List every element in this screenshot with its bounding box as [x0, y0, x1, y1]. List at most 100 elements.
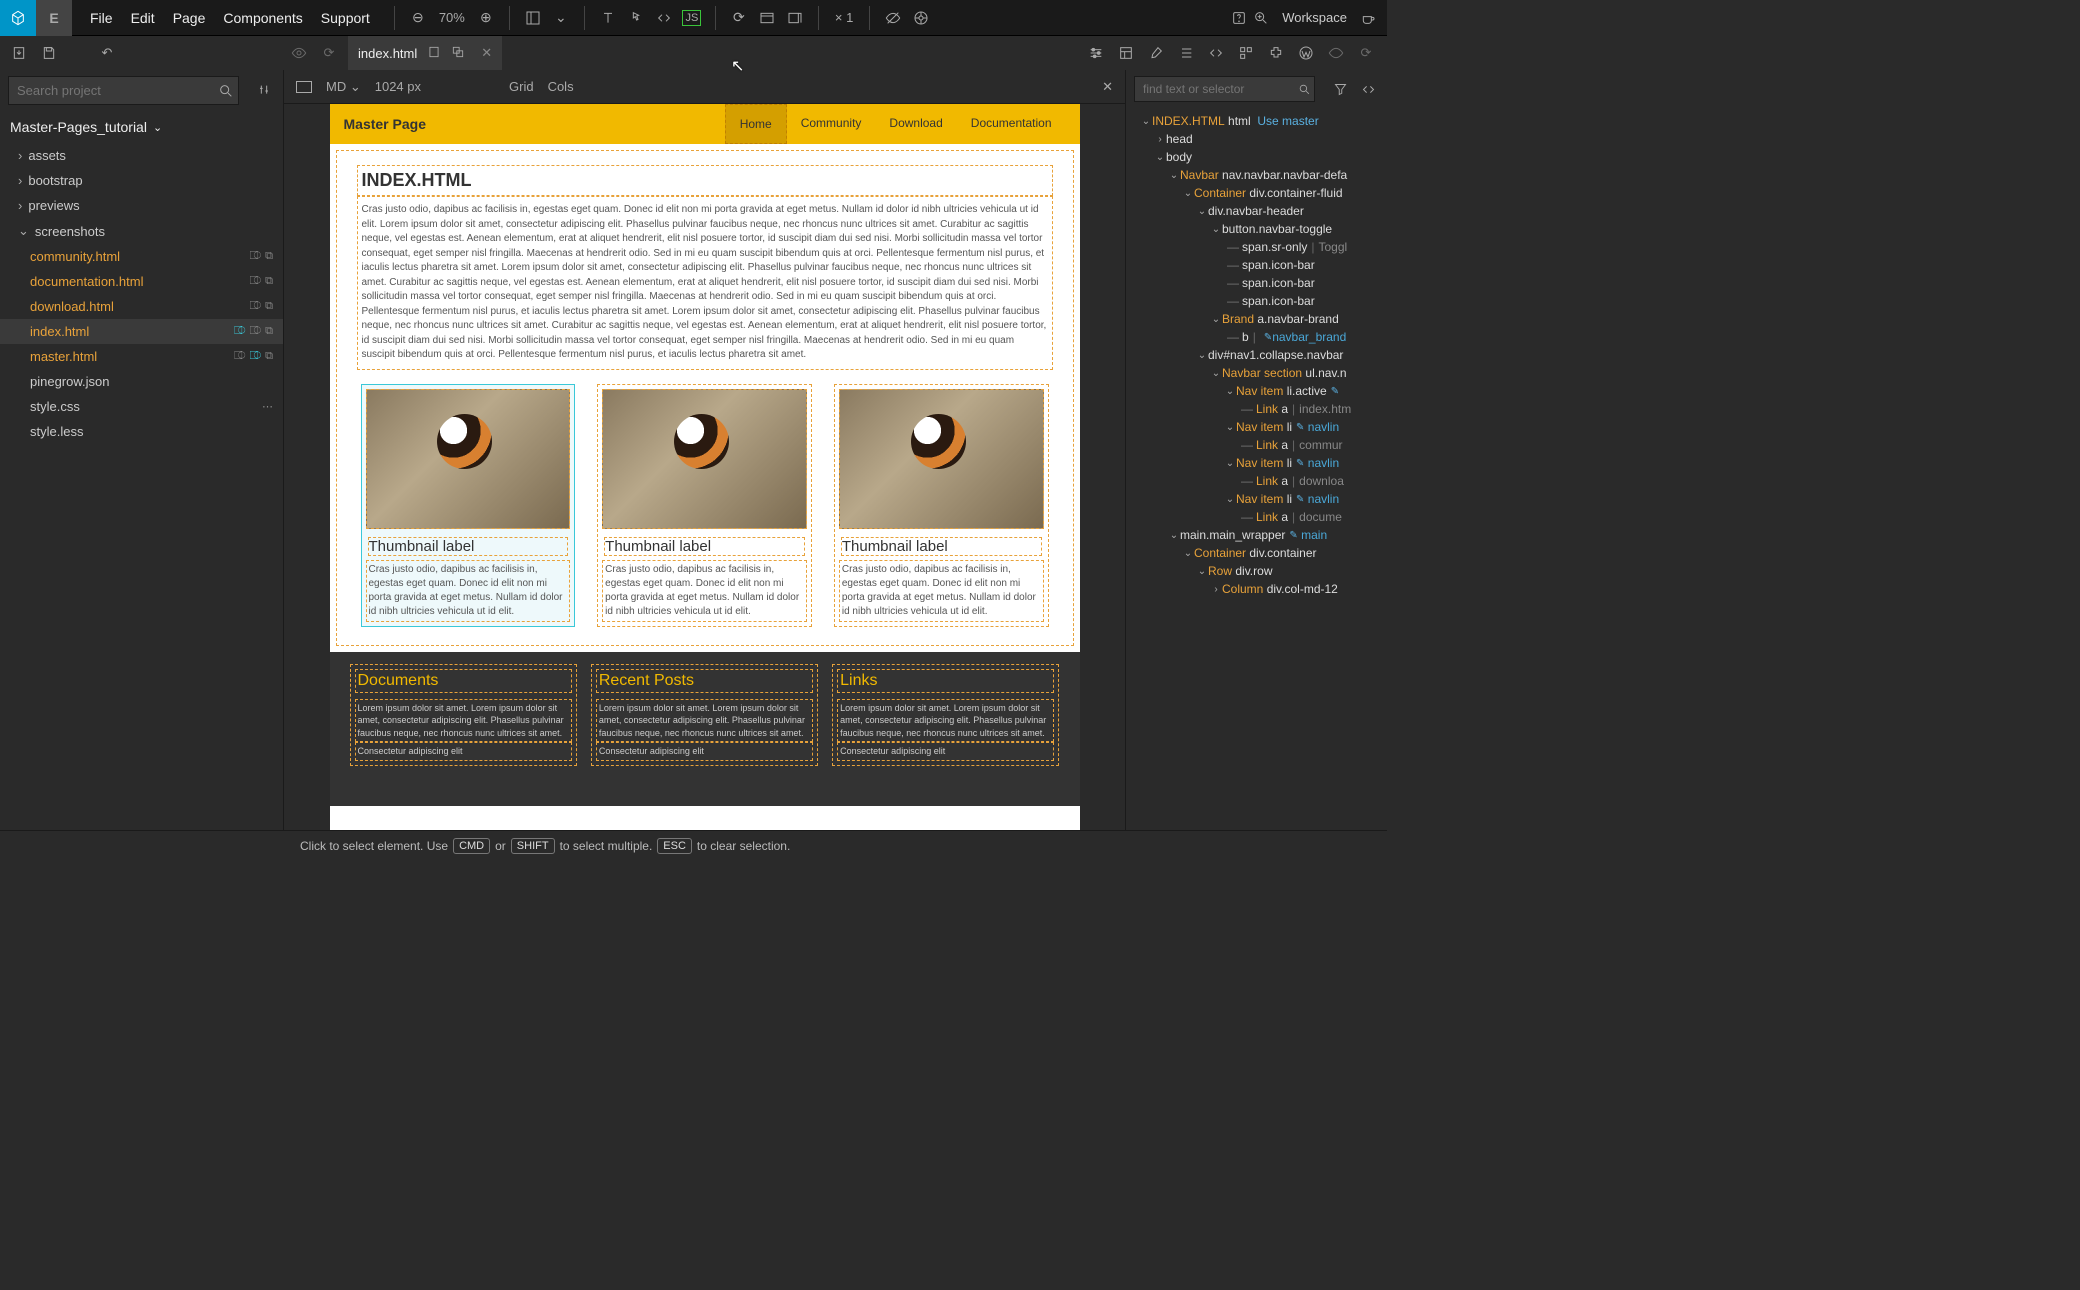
folder-screenshots[interactable]: screenshots — [0, 218, 283, 244]
preview-nav-home[interactable]: Home — [725, 104, 787, 144]
dom-head[interactable]: ›head — [1126, 130, 1387, 148]
dom-container2[interactable]: ⌄Container div.container — [1126, 544, 1387, 562]
grid-toggle[interactable]: Grid — [509, 79, 534, 94]
link-icon[interactable]: ⎄ — [250, 325, 262, 338]
dom-brand[interactable]: ⌄Brand a.navbar-brand — [1126, 310, 1387, 328]
dom-link[interactable]: —Link a|index.htm — [1126, 400, 1387, 418]
edit-icon[interactable]: ✎ — [1296, 458, 1304, 469]
component-icon[interactable]: ⎄ — [250, 250, 262, 263]
dom-icon-bar[interactable]: —span.icon-bar — [1126, 274, 1387, 292]
layout-icon[interactable] — [522, 7, 544, 29]
file-download[interactable]: download.html⎄⧉ — [0, 294, 283, 319]
dom-link[interactable]: —Link a|downloa — [1126, 472, 1387, 490]
dom-navbar-header[interactable]: ⌄div.navbar-header — [1126, 202, 1387, 220]
edit-icon[interactable]: ✎ — [1331, 386, 1339, 397]
file-index[interactable]: index.html⎄⎄⧉ — [0, 319, 283, 344]
dom-container[interactable]: ⌄Container div.container-fluid — [1126, 184, 1387, 202]
panel-library-icon[interactable] — [1115, 42, 1137, 64]
help-icon[interactable] — [1228, 7, 1250, 29]
footer-links[interactable]: Links Lorem ipsum dolor sit amet. Lorem … — [832, 664, 1059, 766]
folder-previews[interactable]: previews — [0, 193, 283, 218]
preview-heading[interactable]: INDEX.HTML — [357, 165, 1053, 196]
tab-device-icon[interactable] — [427, 45, 441, 62]
undo-icon[interactable]: ↶ — [96, 42, 118, 64]
dom-icon-bar[interactable]: —span.icon-bar — [1126, 292, 1387, 310]
folder-assets[interactable]: assets — [0, 143, 283, 168]
dom-nav-item[interactable]: ⌄Nav item li✎ navlin — [1126, 490, 1387, 508]
duplicate-icon[interactable]: ⧉ — [265, 250, 273, 263]
preview-nav-community[interactable]: Community — [787, 104, 876, 144]
project-search-input[interactable] — [8, 76, 239, 105]
footer-documents[interactable]: Documents Lorem ipsum dolor sit amet. Lo… — [350, 664, 577, 766]
dom-search-input[interactable] — [1134, 76, 1315, 102]
footer-heading[interactable]: Documents — [355, 669, 572, 693]
footer-text[interactable]: Consectetur adipiscing elit — [355, 742, 572, 761]
cols-toggle[interactable]: Cols — [548, 79, 574, 94]
menu-page[interactable]: Page — [173, 10, 206, 26]
component-icon[interactable]: ⎄ — [250, 275, 262, 288]
dom-navbar-section[interactable]: ⌄Navbar section ul.nav.n — [1126, 364, 1387, 382]
help-tool-icon[interactable] — [910, 7, 932, 29]
more-icon[interactable]: ⋯ — [262, 400, 273, 413]
file-master[interactable]: master.html⎄⎄⧉ — [0, 344, 283, 369]
preview-nav-download[interactable]: Download — [875, 104, 956, 144]
dom-nav-item[interactable]: ⌄Nav item li.active✎ — [1126, 382, 1387, 400]
workspace-menu[interactable]: Workspace — [1272, 10, 1357, 25]
footer-heading[interactable]: Links — [837, 669, 1054, 693]
thumb-text[interactable]: Cras justo odio, dapibus ac facilisis in… — [366, 560, 571, 622]
edit-icon[interactable]: ✎ — [1296, 494, 1304, 505]
dom-nav-item[interactable]: ⌄Nav item li✎ navlin — [1126, 418, 1387, 436]
panel-eye-icon[interactable] — [1325, 42, 1347, 64]
duplicate-icon[interactable]: ⧉ — [265, 350, 273, 363]
dom-link[interactable]: —Link a|commur — [1126, 436, 1387, 454]
preview-nav-documentation[interactable]: Documentation — [957, 104, 1066, 144]
code-tool-icon[interactable] — [653, 7, 675, 29]
duplicate-icon[interactable]: ⧉ — [265, 325, 273, 338]
file-community[interactable]: community.html⎄⧉ — [0, 244, 283, 269]
project-title[interactable]: Master-Pages_tutorial ⌄ — [0, 111, 283, 143]
preview-paragraph[interactable]: Cras justo odio, dapibus ac facilisis in… — [357, 196, 1053, 370]
footer-text[interactable]: Lorem ipsum dolor sit amet. Lorem ipsum … — [355, 699, 572, 743]
component-icon[interactable]: ⎄ — [250, 300, 262, 313]
panel-list-icon[interactable] — [1175, 42, 1197, 64]
dom-main[interactable]: ⌄main.main_wrapper✎ main — [1126, 526, 1387, 544]
filter-icon[interactable] — [253, 80, 275, 102]
refresh-tab-icon[interactable]: ⟳ — [318, 42, 340, 64]
app-logo-icon[interactable] — [0, 0, 36, 36]
zoom-out-icon[interactable]: ⊖ — [407, 7, 429, 29]
tab-overlap-icon[interactable] — [451, 45, 465, 62]
edit-icon[interactable]: ✎ — [1296, 422, 1304, 433]
panel-tree-icon[interactable] — [1235, 42, 1257, 64]
reload-icon[interactable]: ⟳ — [728, 7, 750, 29]
menu-components[interactable]: Components — [223, 10, 302, 26]
save-icon[interactable] — [38, 42, 60, 64]
text-tool-icon[interactable] — [597, 7, 619, 29]
link-icon[interactable]: ⎄ — [250, 350, 262, 363]
tab-index-html[interactable]: index.html ✕ — [348, 36, 502, 70]
menu-support[interactable]: Support — [321, 10, 370, 26]
dom-row[interactable]: ⌄Row div.row — [1126, 562, 1387, 580]
panel-code-icon[interactable] — [1205, 42, 1227, 64]
chevron-down-icon[interactable]: ⌄ — [550, 7, 572, 29]
browser-icon[interactable] — [756, 7, 778, 29]
coffee-icon[interactable] — [1357, 7, 1379, 29]
footer-recent[interactable]: Recent Posts Lorem ipsum dolor sit amet.… — [591, 664, 818, 766]
component-icon[interactable]: ⎄ — [234, 325, 246, 338]
menu-edit[interactable]: Edit — [131, 10, 155, 26]
panel-settings-icon[interactable] — [1085, 42, 1107, 64]
footer-text[interactable]: Lorem ipsum dolor sit amet. Lorem ipsum … — [596, 699, 813, 743]
thumb-text[interactable]: Cras justo odio, dapibus ac facilisis in… — [839, 560, 1044, 622]
preview-thumbnail-2[interactable]: Thumbnail label Cras justo odio, dapibus… — [597, 384, 812, 627]
dom-body[interactable]: ⌄body — [1126, 148, 1387, 166]
panel-plugin-icon[interactable] — [1265, 42, 1287, 64]
footer-text[interactable]: Lorem ipsum dolor sit amet. Lorem ipsum … — [837, 699, 1054, 743]
footer-text[interactable]: Consectetur adipiscing elit — [596, 742, 813, 761]
panel-brush-icon[interactable] — [1145, 42, 1167, 64]
preview-thumbnail-1[interactable]: Thumbnail label Cras justo odio, dapibus… — [361, 384, 576, 627]
edit-icon[interactable]: ✎ — [1289, 530, 1297, 541]
tab-close-icon[interactable]: ✕ — [481, 45, 492, 61]
edit-icon[interactable]: ✎ — [1264, 332, 1272, 343]
search-icon[interactable] — [215, 80, 237, 102]
click-tool-icon[interactable] — [625, 7, 647, 29]
duplicate-icon[interactable]: ⧉ — [265, 275, 273, 288]
